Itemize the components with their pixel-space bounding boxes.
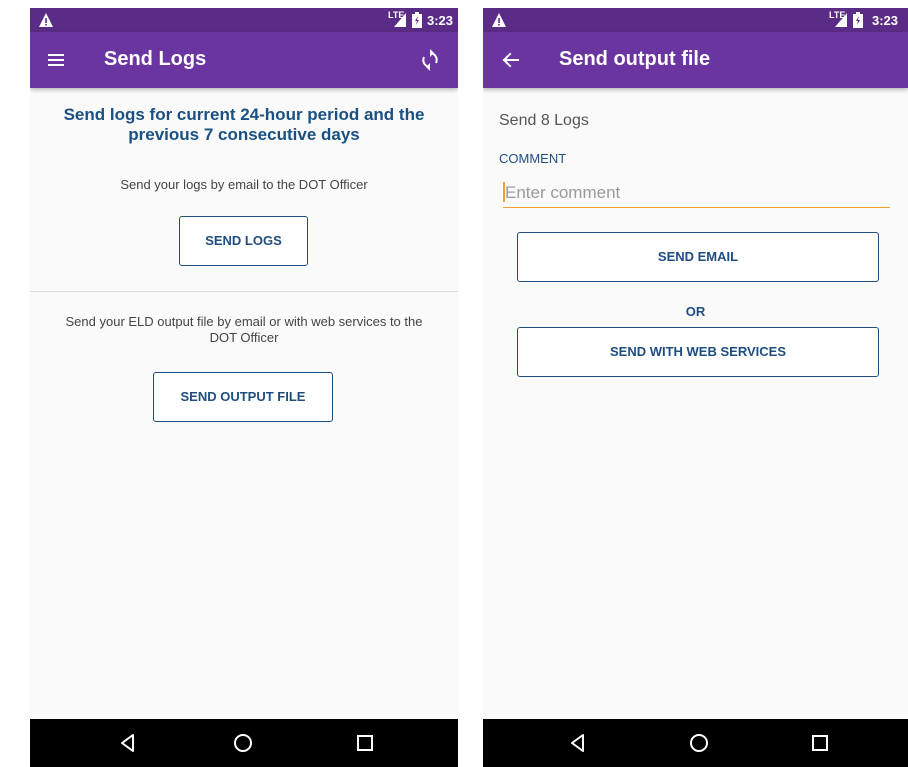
system-nav-bar — [483, 719, 908, 767]
comment-input[interactable] — [503, 178, 890, 208]
send-logs-screen: LTE 3:23 Send Logs Send logs for current… — [30, 8, 458, 767]
system-nav-bar — [30, 719, 458, 767]
logs-caption: Send your logs by email to the DOT Offic… — [120, 177, 368, 192]
warning-icon — [492, 13, 506, 27]
app-bar: Send output file — [483, 32, 908, 88]
page-title: Send output file — [559, 48, 711, 70]
app-bar: Send Logs — [30, 32, 458, 88]
send-output-file-screen: LTE 3:23 Send output file Send 8 Logs CO… — [483, 8, 908, 767]
warning-icon — [39, 13, 53, 27]
send-logs-button[interactable]: SEND LOGS — [179, 216, 308, 266]
comment-label: COMMENT — [499, 151, 567, 166]
status-bar: LTE 3:23 — [30, 8, 458, 32]
page-title: Send Logs — [104, 48, 207, 70]
signal-icon — [835, 13, 847, 27]
battery-icon — [412, 12, 422, 28]
signal-icon — [394, 13, 406, 27]
battery-icon — [853, 12, 863, 28]
output-caption: Send your ELD output file by email or wi… — [65, 314, 423, 345]
clock: 3:23 — [427, 13, 454, 28]
nav-back-icon[interactable] — [566, 731, 590, 755]
nav-back-icon[interactable] — [116, 731, 140, 755]
clock: 3:23 — [872, 13, 899, 28]
send-count-label: Send 8 Logs — [499, 112, 589, 129]
back-arrow-icon[interactable] — [499, 48, 523, 72]
section-divider — [30, 291, 458, 292]
nav-recents-icon[interactable] — [353, 731, 377, 755]
send-output-file-button[interactable]: SEND OUTPUT FILE — [153, 372, 333, 422]
or-separator: OR — [685, 304, 706, 319]
status-bar: LTE 3:23 — [483, 8, 908, 32]
menu-icon[interactable] — [46, 48, 70, 72]
nav-home-icon[interactable] — [687, 731, 711, 755]
nav-recents-icon[interactable] — [808, 731, 832, 755]
send-with-web-services-button[interactable]: SEND WITH WEB SERVICES — [517, 327, 879, 377]
nav-home-icon[interactable] — [231, 731, 255, 755]
send-logs-heading: Send logs for current 24-hour period and… — [63, 105, 425, 144]
text-cursor — [503, 182, 505, 202]
sync-icon[interactable] — [418, 48, 442, 72]
send-email-button[interactable]: SEND EMAIL — [517, 232, 879, 282]
